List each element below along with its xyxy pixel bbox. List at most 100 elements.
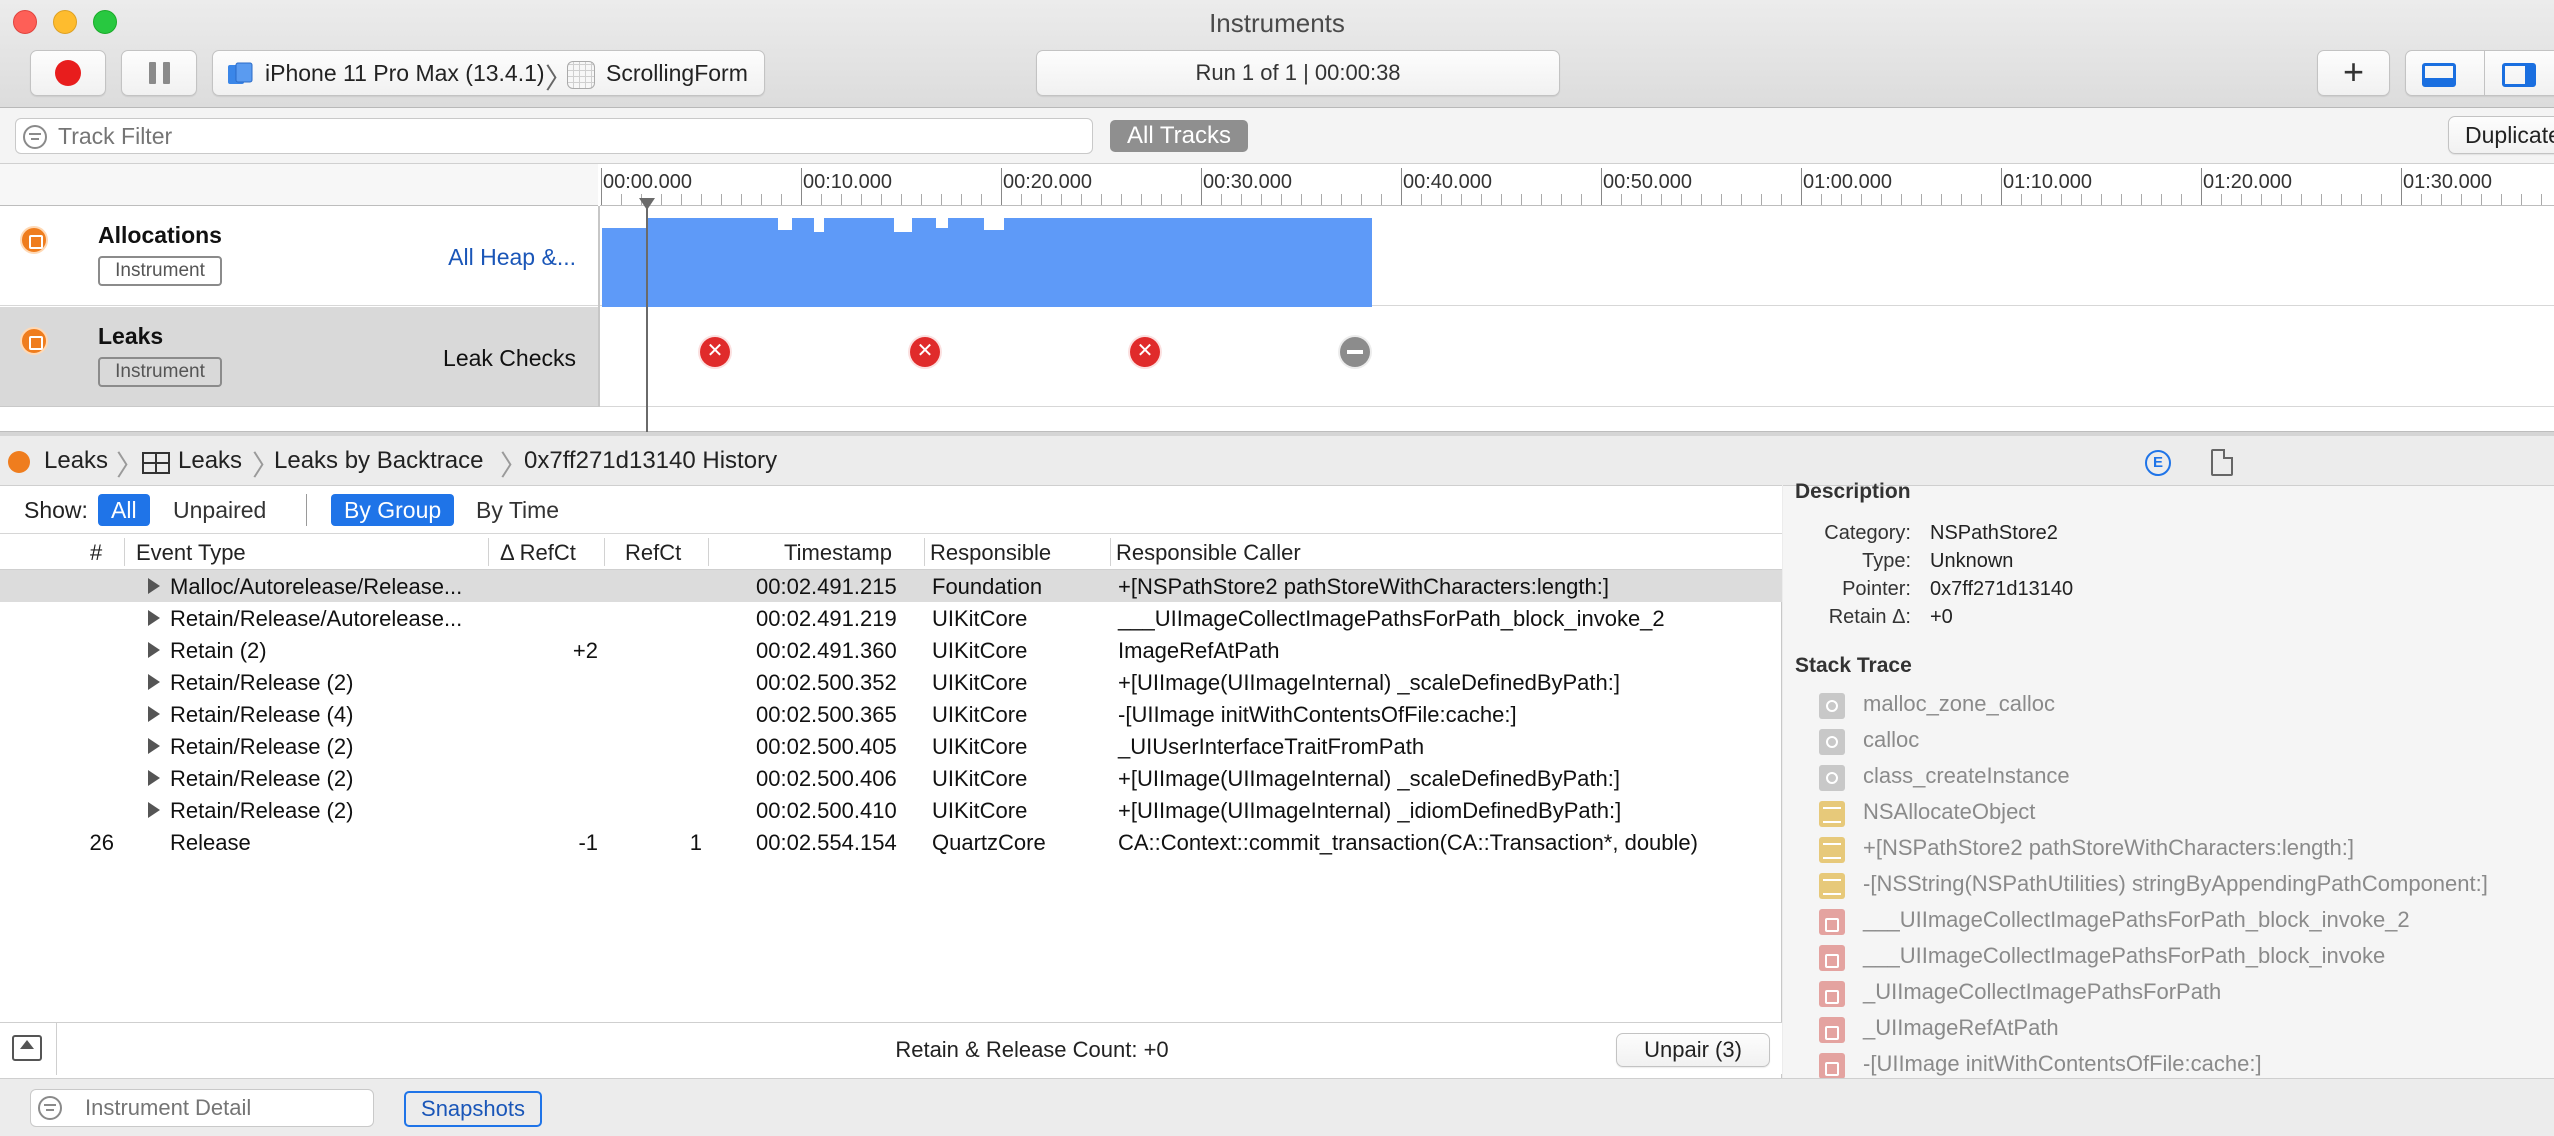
disclosure-triangle-icon[interactable]	[148, 578, 160, 594]
view-toggle	[2405, 50, 2554, 96]
stack-frame[interactable]: +[NSPathStore2 pathStoreWithCharacters:l…	[1819, 832, 2554, 866]
leak-check-failed-icon[interactable]: ✕	[910, 337, 940, 367]
disclosure-triangle-icon[interactable]	[148, 770, 160, 786]
leak-check-failed-icon[interactable]: ✕	[700, 337, 730, 367]
leaks-icon	[8, 451, 30, 473]
ruler-minor-tick	[1121, 194, 1122, 205]
disclosure-triangle-icon[interactable]	[148, 706, 160, 722]
track-header-allocations[interactable]: Allocations Instrument All Heap &...	[0, 206, 598, 306]
duplicate-button[interactable]: Duplicate	[2448, 116, 2554, 154]
playhead[interactable]	[646, 200, 648, 432]
column-responsible-caller[interactable]: Responsible Caller	[1116, 540, 1301, 566]
column-number[interactable]: #	[90, 540, 102, 566]
stack-frame[interactable]: ___UIImageCollectImagePathsForPath_block…	[1819, 940, 2554, 974]
instrument-badge: Instrument	[98, 256, 222, 286]
time-ruler[interactable]: 00:00.000 00:10.000 00:20.000 00:30.000 00:4…	[600, 164, 2554, 206]
column-refct[interactable]: RefCt	[625, 540, 681, 566]
table-row[interactable]: 26 Release -1 1 00:02.554.154 QuartzCore CA::C…	[0, 826, 1782, 858]
disclosure-triangle-icon[interactable]	[148, 802, 160, 818]
show-unpaired-button[interactable]: Unpaired	[160, 494, 279, 526]
ruler-minor-tick	[921, 194, 922, 205]
show-inspector-icon[interactable]	[2502, 63, 2536, 87]
ruler-minor-tick	[2261, 194, 2262, 205]
ruler-minor-tick	[1581, 194, 1582, 205]
instrument-detail-input[interactable]	[85, 1095, 365, 1121]
disclosure-triangle-icon[interactable]	[148, 738, 160, 754]
ruler-minor-tick	[1681, 194, 1682, 205]
track-name: Leaks	[98, 323, 164, 349]
track-header-leaks[interactable]: Leaks Instrument Leak Checks	[0, 307, 598, 407]
disclosure-triangle-icon[interactable]	[148, 674, 160, 690]
table-row[interactable]: Retain/Release (2) 00:02.500.406 UIKitCore…	[0, 762, 1782, 794]
ruler-tick-label: 00:30.000	[1203, 171, 1292, 193]
stack-frame[interactable]: -[UIImage initWithContentsOfFile:cache:]	[1819, 1048, 2554, 1078]
disclosure-triangle-icon[interactable]	[148, 642, 160, 658]
stack-frame[interactable]: calloc	[1819, 724, 2554, 758]
show-all-button[interactable]: All	[98, 494, 150, 526]
file-inspector-tab-icon[interactable]	[2211, 449, 2233, 476]
breadcrumb-item-leaks-by-backtrace[interactable]: Leaks by Backtrace	[274, 447, 483, 475]
stack-frame[interactable]: _UIImageRefAtPath	[1819, 1012, 2554, 1046]
ruler-tick	[2401, 168, 2402, 205]
allocations-graph[interactable]	[600, 206, 2554, 312]
ruler-minor-tick	[1441, 194, 1442, 205]
breadcrumb-item-history[interactable]: 0x7ff271d13140 History	[524, 447, 777, 475]
all-tracks-button[interactable]: All Tracks	[1110, 120, 1248, 152]
track-filter-input[interactable]	[58, 122, 1078, 150]
leak-check-failed-icon[interactable]: ✕	[1130, 337, 1160, 367]
stack-frame[interactable]: malloc_zone_calloc	[1819, 688, 2554, 722]
instrument-badge: Instrument	[98, 357, 222, 387]
column-event-type[interactable]: Event Type	[136, 540, 246, 566]
track-detail-selector[interactable]: Leak Checks	[443, 345, 576, 372]
table-row[interactable]: Retain/Release (2) 00:02.500.410 UIKitCore…	[0, 794, 1782, 826]
add-instrument-button[interactable]: +	[2317, 50, 2390, 96]
by-group-button[interactable]: By Group	[331, 494, 455, 526]
breadcrumb-item-leaks-instrument[interactable]: Leaks	[44, 447, 108, 475]
ruler-minor-tick	[1081, 194, 1082, 205]
table-row[interactable]: Retain/Release/Autorelease... 00:02.491.2…	[0, 602, 1782, 634]
column-delta-refct[interactable]: Δ RefCt	[500, 540, 576, 566]
stack-frame[interactable]: -[NSString(NSPathUtilities) stringByAppe…	[1819, 868, 2554, 902]
ruler-minor-tick	[701, 194, 702, 205]
stack-frame[interactable]: class_createInstance	[1819, 760, 2554, 794]
stack-frame[interactable]: ___UIImageCollectImagePathsForPath_block…	[1819, 904, 2554, 938]
ruler-tick-label: 00:50.000	[1603, 171, 1692, 193]
table-row[interactable]: Retain (2) +2 00:02.491.360 UIKitCore ImageR…	[0, 634, 1782, 666]
run-status[interactable]: Run 1 of 1 | 00:00:38	[1036, 50, 1560, 96]
leak-check-clean-icon[interactable]	[1340, 337, 1370, 367]
disclosure-triangle-icon[interactable]	[148, 610, 160, 626]
extended-detail-tab-icon[interactable]: E	[2145, 450, 2171, 476]
show-detail-area-icon[interactable]	[2422, 63, 2456, 87]
track-filter-field[interactable]	[15, 118, 1093, 154]
target-selector[interactable]: iPhone 11 Pro Max (13.4.1) 〉 ScrollingFo…	[212, 50, 765, 96]
pause-button[interactable]	[121, 50, 197, 96]
leaks-graph[interactable]: ✕ ✕ ✕	[600, 307, 2554, 407]
ruler-minor-tick	[1341, 194, 1342, 205]
table-row[interactable]: Retain/Release (2) 00:02.500.405 UIKitCore…	[0, 730, 1782, 762]
description-value: 0x7ff271d13140	[1930, 578, 2074, 600]
stack-frame[interactable]: _UIImageCollectImagePathsForPath	[1819, 976, 2554, 1010]
column-timestamp[interactable]: Timestamp	[784, 540, 892, 566]
table-row[interactable]: Retain/Release (2) 00:02.500.352 UIKitCore…	[0, 666, 1782, 698]
stack-frame-symbol: ___UIImageCollectImagePathsForPath_block…	[1863, 943, 2386, 968]
pause-icon-bar	[163, 62, 170, 84]
app-icon	[567, 61, 595, 89]
uikit-icon	[1819, 945, 1845, 971]
unpair-button[interactable]: Unpair (3)	[1616, 1033, 1770, 1067]
ruler-minor-tick	[1721, 194, 1722, 205]
description-key: Category:	[1824, 522, 1911, 544]
instrument-detail-field[interactable]	[30, 1089, 374, 1127]
graph-notch	[894, 218, 912, 232]
track-detail-selector[interactable]: All Heap &...	[448, 244, 576, 271]
record-button[interactable]	[30, 50, 106, 96]
snapshots-button[interactable]: Snapshots	[404, 1091, 542, 1127]
breadcrumb-item-leaks-table[interactable]: Leaks	[178, 447, 242, 475]
stack-frame[interactable]: NSAllocateObject	[1819, 796, 2554, 830]
by-time-button[interactable]: By Time	[463, 494, 572, 526]
column-responsible[interactable]: Responsible	[930, 540, 1051, 566]
ruler-minor-tick	[2121, 194, 2122, 205]
table-row[interactable]: Retain/Release (4) 00:02.500.365 UIKitCore…	[0, 698, 1782, 730]
filter-bar: All Tracks Duplicate	[0, 108, 2554, 164]
table-row[interactable]: Malloc/Autorelease/Release... 00:02.491.2…	[0, 570, 1782, 602]
ruler-tick	[1601, 168, 1602, 205]
